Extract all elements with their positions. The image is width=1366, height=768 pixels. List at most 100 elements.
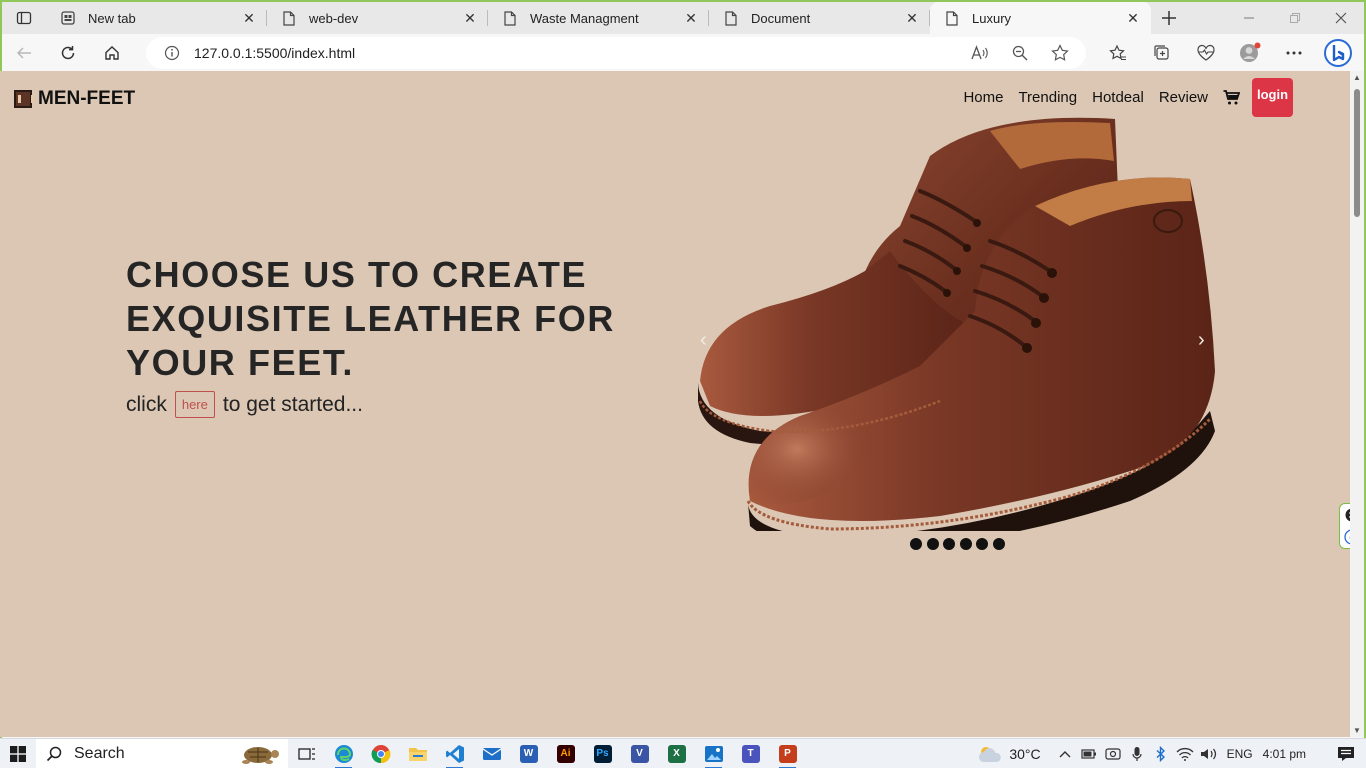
chrome-icon (371, 744, 390, 763)
taskbar-search[interactable]: Search (36, 738, 288, 768)
battery-icon (1081, 748, 1096, 759)
close-tab-icon[interactable]: ✕ (683, 10, 699, 26)
taskbar-word[interactable]: W (510, 739, 547, 768)
taskbar-photoshop[interactable]: Ps (584, 739, 621, 768)
carousel-dot[interactable] (910, 538, 922, 550)
collections-button[interactable] (1140, 35, 1184, 71)
back-button[interactable] (2, 35, 46, 71)
settings-more-button[interactable] (1272, 35, 1316, 71)
chevron-up-icon (1059, 750, 1071, 757)
tab-waste-managment[interactable]: Waste Managment ✕ (488, 2, 709, 34)
speaker-icon (1200, 748, 1216, 759)
turtle-highlight-icon (242, 746, 279, 764)
read-aloud-icon (971, 45, 988, 60)
carousel-dot[interactable] (976, 538, 988, 550)
carousel-dot[interactable] (926, 538, 939, 550)
cta-prefix: click (126, 392, 167, 416)
newtab-page-icon (60, 10, 76, 26)
scroll-down-icon[interactable]: ▼ (1352, 726, 1362, 735)
input-language[interactable]: ENG (1227, 747, 1253, 761)
photoshop-icon: Ps (593, 744, 612, 763)
search-label: Search (74, 744, 125, 762)
star-icon (1051, 44, 1069, 61)
wifi-icon (1176, 747, 1194, 761)
taskbar-photos[interactable] (695, 739, 732, 768)
tab-web-dev[interactable]: web-dev ✕ (267, 2, 488, 34)
new-tab-button[interactable] (1151, 2, 1187, 34)
bluetooth-tray-button[interactable] (1149, 739, 1173, 768)
close-tab-icon[interactable]: ✕ (241, 10, 257, 26)
refresh-icon (61, 45, 75, 59)
start-button[interactable] (0, 739, 36, 768)
close-tab-icon[interactable]: ✕ (1125, 10, 1141, 26)
battery-tray-button[interactable] (1077, 739, 1101, 768)
address-bar[interactable]: 127.0.0.1:5500/index.html (146, 37, 1086, 69)
taskbar-edge[interactable] (325, 739, 362, 768)
close-tab-icon[interactable]: ✕ (462, 10, 478, 26)
back-arrow-icon (16, 46, 31, 59)
microphone-tray-button[interactable] (1125, 739, 1149, 768)
tab-actions-button[interactable] (2, 2, 46, 34)
wifi-tray-button[interactable] (1173, 739, 1197, 768)
site-info-icon[interactable] (164, 45, 180, 61)
carousel-dot[interactable] (959, 538, 972, 550)
page-scrollbar[interactable]: ▲ ▼ (1350, 71, 1364, 737)
address-bar-actions (960, 37, 1086, 69)
carousel-dot[interactable] (943, 538, 955, 550)
taskbar-chrome[interactable] (362, 739, 399, 768)
favorite-button[interactable] (1040, 37, 1080, 69)
illustrator-icon: Ai (556, 744, 575, 763)
task-view-button[interactable] (288, 739, 325, 768)
taskbar-mail[interactable] (473, 739, 510, 768)
site-brand[interactable]: MEN-FEET (14, 88, 135, 110)
tab-document[interactable]: Document ✕ (709, 2, 930, 34)
home-button[interactable] (90, 35, 134, 71)
collections-icon (1154, 45, 1169, 60)
heart-pulse-icon (1197, 44, 1215, 61)
weather-widget[interactable]: 30°C (977, 744, 1041, 764)
taskbar-illustrator[interactable]: Ai (547, 739, 584, 768)
windows-logo-icon (10, 745, 26, 762)
url-text[interactable]: 127.0.0.1:5500/index.html (194, 45, 355, 61)
favorites-button[interactable] (1096, 35, 1140, 71)
show-hidden-icons-button[interactable] (1053, 739, 1077, 768)
windows-taskbar: Search W Ai Ps V X T P 30°C ENG 4:01 pm (0, 738, 1366, 768)
get-started-button[interactable]: here (174, 391, 215, 418)
restore-button[interactable] (1272, 2, 1318, 34)
taskbar-teams[interactable]: T (732, 739, 769, 768)
tab-title: web-dev (309, 10, 359, 26)
tab-luxury[interactable]: Luxury ✕ (930, 2, 1151, 34)
taskbar-visio[interactable]: V (621, 739, 658, 768)
taskbar-file-explorer[interactable] (399, 739, 436, 768)
login-button[interactable]: login (1252, 78, 1293, 117)
camera-tray-button[interactable] (1101, 739, 1125, 768)
bing-icon (1324, 39, 1352, 67)
tab-new-tab[interactable]: New tab ✕ (46, 2, 267, 34)
notification-center-button[interactable] (1326, 739, 1366, 768)
zoom-button[interactable] (1000, 37, 1040, 69)
taskbar-powerpoint[interactable]: P (769, 739, 806, 768)
refresh-button[interactable] (46, 35, 90, 71)
minimize-icon (1244, 17, 1254, 19)
carousel-prev-icon[interactable]: ‹ (700, 329, 707, 352)
read-aloud-button[interactable] (960, 37, 1000, 69)
volume-tray-button[interactable] (1197, 739, 1221, 768)
carousel-dot[interactable] (992, 538, 1005, 550)
task-view-icon (297, 747, 315, 760)
taskbar-excel[interactable]: X (658, 739, 695, 768)
scroll-up-icon[interactable]: ▲ (1352, 73, 1362, 82)
clock-time[interactable]: 4:01 pm (1263, 747, 1306, 761)
close-tab-icon[interactable]: ✕ (904, 10, 920, 26)
page-viewport: MEN-FEET Home Trending Hotdeal Review lo… (0, 71, 1350, 737)
minimize-button[interactable] (1226, 2, 1272, 34)
bing-chat-button[interactable] (1316, 35, 1360, 71)
taskbar-vscode[interactable] (436, 739, 473, 768)
carousel-next-icon[interactable]: › (1198, 329, 1205, 352)
close-window-button[interactable] (1318, 2, 1364, 34)
camera-icon (1105, 747, 1121, 760)
browser-essentials-button[interactable] (1184, 35, 1228, 71)
window-controls (1226, 2, 1364, 34)
scrollbar-thumb[interactable] (1354, 89, 1360, 217)
profile-button[interactable] (1228, 35, 1272, 71)
bluetooth-icon (1156, 745, 1165, 762)
